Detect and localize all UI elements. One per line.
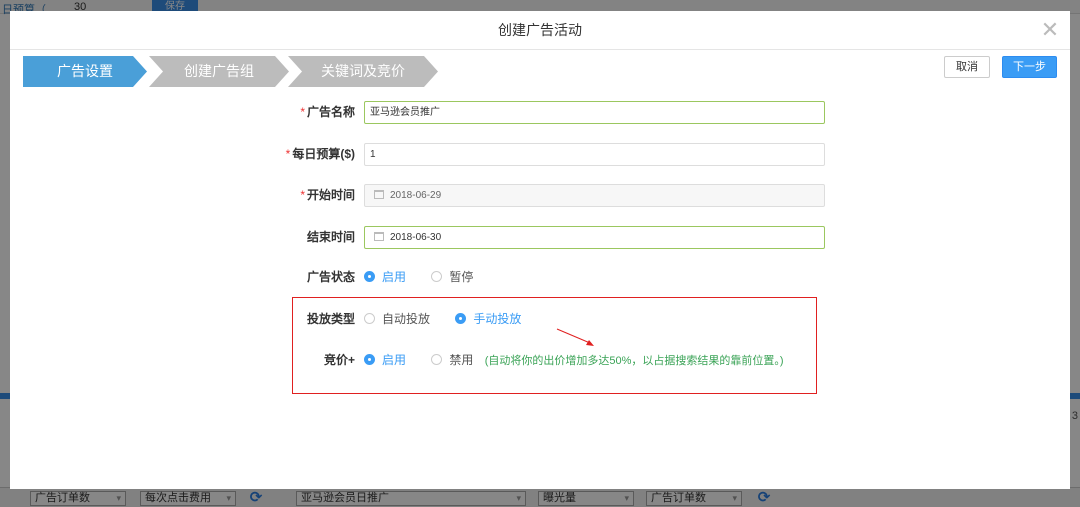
end-date-value: 2018-06-30 xyxy=(390,232,442,243)
campaign-name-input[interactable]: 亚马逊会员推广 xyxy=(364,101,825,124)
form-row-end: 结束时间 2018-06-30 xyxy=(260,226,860,249)
status-label: 广告状态 xyxy=(306,270,355,284)
name-label: * 广告名称 xyxy=(300,105,355,119)
form-row-name: * 广告名称 亚马逊会员推广 xyxy=(260,101,860,124)
end-date-input[interactable]: 2018-06-30 xyxy=(364,226,825,249)
step-create-ad-group[interactable]: 创建广告组 xyxy=(149,56,289,87)
form-row-status: 广告状态 启用 暂停 xyxy=(260,266,860,288)
step-keywords-bids[interactable]: 关键词及竞价 xyxy=(288,56,438,87)
daily-budget-input[interactable]: 1 xyxy=(364,143,825,166)
step-label: 关键词及竞价 xyxy=(321,63,405,79)
step-label: 创建广告组 xyxy=(184,63,254,79)
highlight-box xyxy=(292,297,817,394)
start-date-label: * 开始时间 xyxy=(300,188,355,202)
form-row-budget: * 每日预算($) 1 xyxy=(260,143,860,166)
modal-title: 创建广告活动 xyxy=(498,22,582,38)
step-ad-settings[interactable]: 广告设置 xyxy=(23,56,147,87)
next-step-button[interactable]: 下一步 xyxy=(1002,56,1057,78)
radio-dot xyxy=(364,271,375,282)
status-enable-radio[interactable]: 启用 xyxy=(364,266,406,288)
form-row-start: * 开始时间 2018-06-29 xyxy=(260,184,860,207)
start-date-value: 2018-06-29 xyxy=(390,190,442,201)
budget-label: * 每日预算($) xyxy=(285,147,355,161)
status-radio-group: 启用 暂停 xyxy=(364,266,495,288)
start-date-input[interactable]: 2018-06-29 xyxy=(364,184,825,207)
status-pause-radio[interactable]: 暂停 xyxy=(431,266,473,288)
create-campaign-modal: 创建广告活动 ✕ 广告设置 创建广告组 关键词及竞价 取消 下一步 * 广告名称 … xyxy=(10,11,1070,489)
end-date-label: 结束时间 xyxy=(306,230,355,244)
cancel-button[interactable]: 取消 xyxy=(944,56,990,78)
close-icon[interactable]: ✕ xyxy=(1040,19,1060,41)
radio-dot xyxy=(431,271,443,282)
modal-header: 创建广告活动 ✕ xyxy=(10,11,1070,50)
calendar-icon xyxy=(374,232,384,241)
step-label: 广告设置 xyxy=(57,63,113,79)
annotation-arrow-icon xyxy=(556,328,594,346)
calendar-icon xyxy=(374,190,384,199)
